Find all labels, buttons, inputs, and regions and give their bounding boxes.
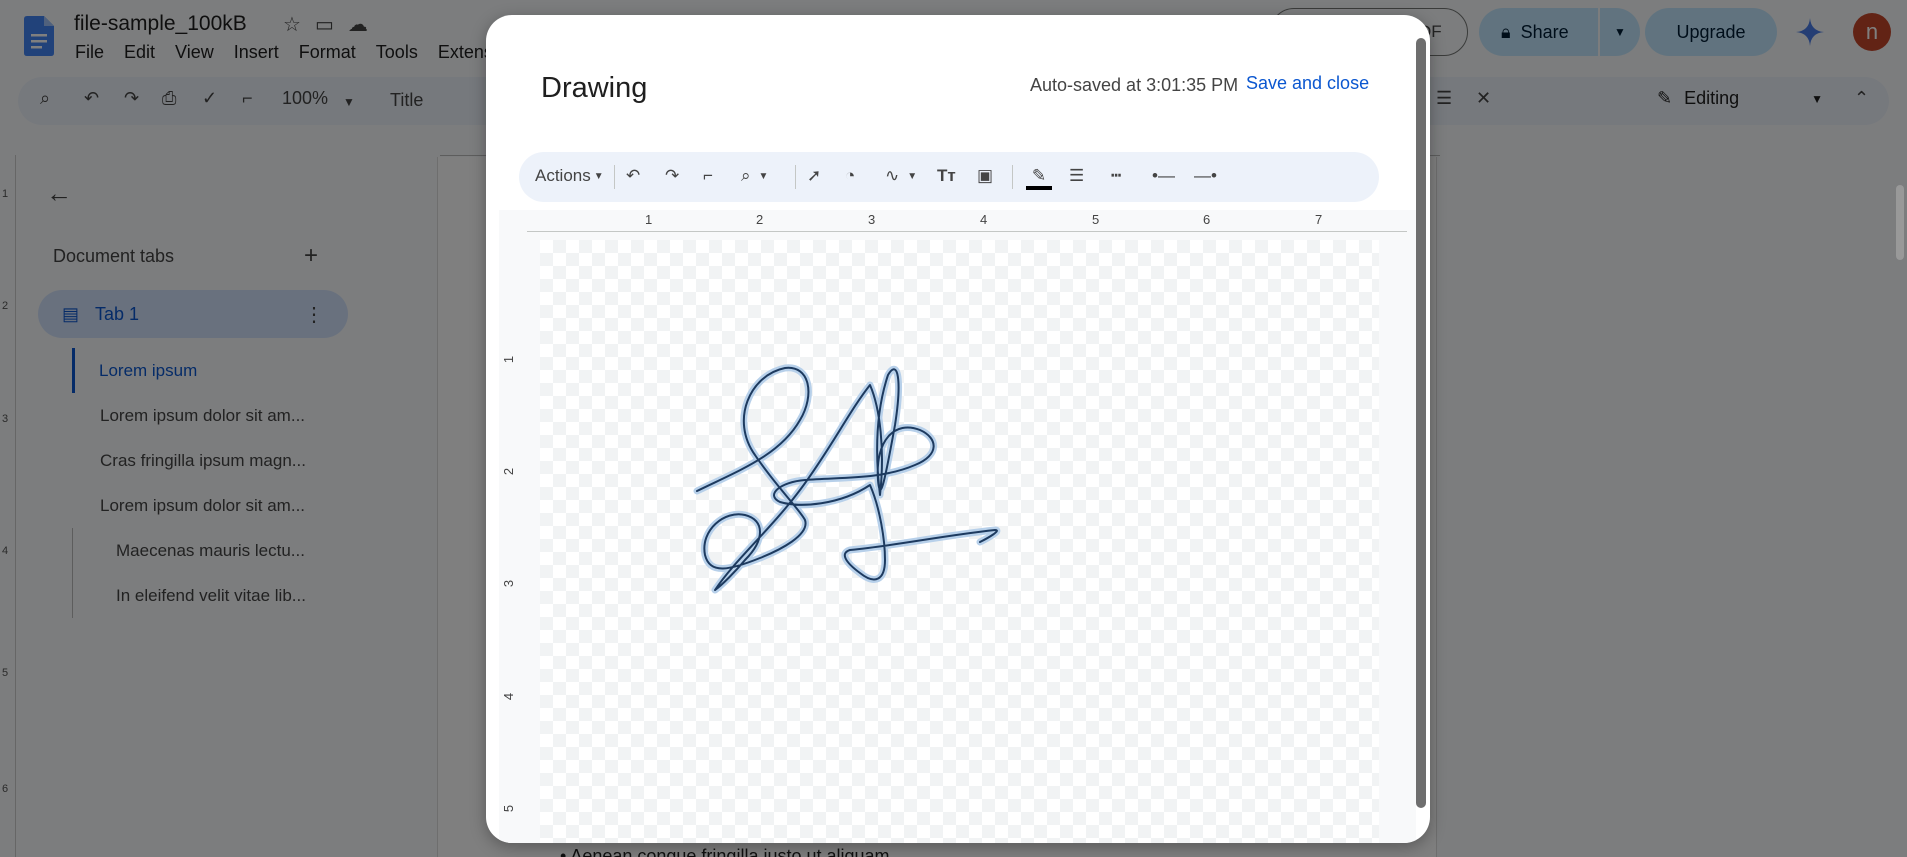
scribble-menu[interactable]: ∿ ▼ [885, 166, 917, 186]
ruler-label: 2 [501, 467, 517, 476]
ruler-label: 6 [1203, 212, 1211, 227]
dialog-scrollbar[interactable] [1416, 38, 1426, 808]
window-scrollbar[interactable] [1896, 185, 1904, 260]
scribble-icon: ∿ [885, 166, 900, 185]
actions-menu[interactable]: Actions ▼ [535, 166, 604, 186]
undo-icon[interactable]: ↶ [626, 166, 640, 186]
line-start-icon[interactable]: •— [1152, 166, 1175, 186]
line-color-swatch [1026, 186, 1052, 190]
dialog-title: Drawing [541, 72, 648, 104]
line-color-icon: ✎ [1031, 166, 1047, 185]
zoom-caret-icon: ▼ [758, 170, 769, 182]
ruler-label: 5 [501, 804, 517, 813]
shape-icon[interactable]: ◔ [845, 166, 855, 186]
actions-caret-icon: ▼ [593, 170, 604, 182]
ruler-label: 1 [645, 212, 653, 227]
drawing-dialog: Drawing Auto-saved at 3:01:35 PM Save an… [486, 15, 1430, 843]
ruler-label: 3 [501, 579, 517, 588]
drawing-canvas[interactable] [540, 240, 1379, 843]
toolbar-divider [614, 165, 615, 189]
drawing-ruler-horizontal[interactable]: 1 2 3 4 5 6 7 [527, 210, 1407, 232]
zoom-icon: ⌕ [741, 166, 751, 185]
ruler-label: 4 [980, 212, 988, 227]
ruler-label: 3 [868, 212, 876, 227]
actions-label: Actions [535, 166, 591, 185]
line-color-button[interactable]: ✎ [1026, 166, 1052, 190]
drawing-canvas-area: 1 2 3 4 5 6 7 1 2 3 4 5 [499, 210, 1416, 843]
redo-icon[interactable]: ↷ [665, 166, 679, 186]
zoom-menu[interactable]: ⌕ ▼ [741, 166, 768, 186]
drawing-toolbar: Actions ▼ ↶ ↷ ⌐ ⌕ ▼ ➚ ◔ ∿ ▼ Tт ▣ ✎ ☰ ┅ •… [519, 152, 1379, 202]
scribble-caret-icon: ▼ [907, 170, 918, 182]
toolbar-divider [1012, 165, 1013, 189]
toolbar-divider [795, 165, 796, 189]
ruler-label: 7 [1315, 212, 1323, 227]
drawing-ruler-vertical[interactable]: 1 2 3 4 5 [499, 232, 527, 843]
autosave-status: Auto-saved at 3:01:35 PM [1030, 75, 1239, 95]
ruler-label: 5 [1092, 212, 1100, 227]
line-dash-icon[interactable]: ┅ [1111, 166, 1121, 186]
text-box-icon[interactable]: Tт [937, 166, 956, 186]
line-weight-icon[interactable]: ☰ [1069, 166, 1084, 186]
ruler-label: 4 [501, 692, 517, 701]
signature-scribble[interactable] [540, 240, 1379, 843]
image-icon[interactable]: ▣ [977, 166, 993, 186]
ruler-label: 2 [756, 212, 764, 227]
ruler-label: 1 [501, 355, 517, 364]
paint-format-icon[interactable]: ⌐ [703, 166, 713, 186]
select-icon[interactable]: ➚ [807, 166, 821, 186]
line-end-icon[interactable]: —• [1194, 166, 1217, 186]
save-and-close-button[interactable]: Save and close [1246, 73, 1369, 94]
